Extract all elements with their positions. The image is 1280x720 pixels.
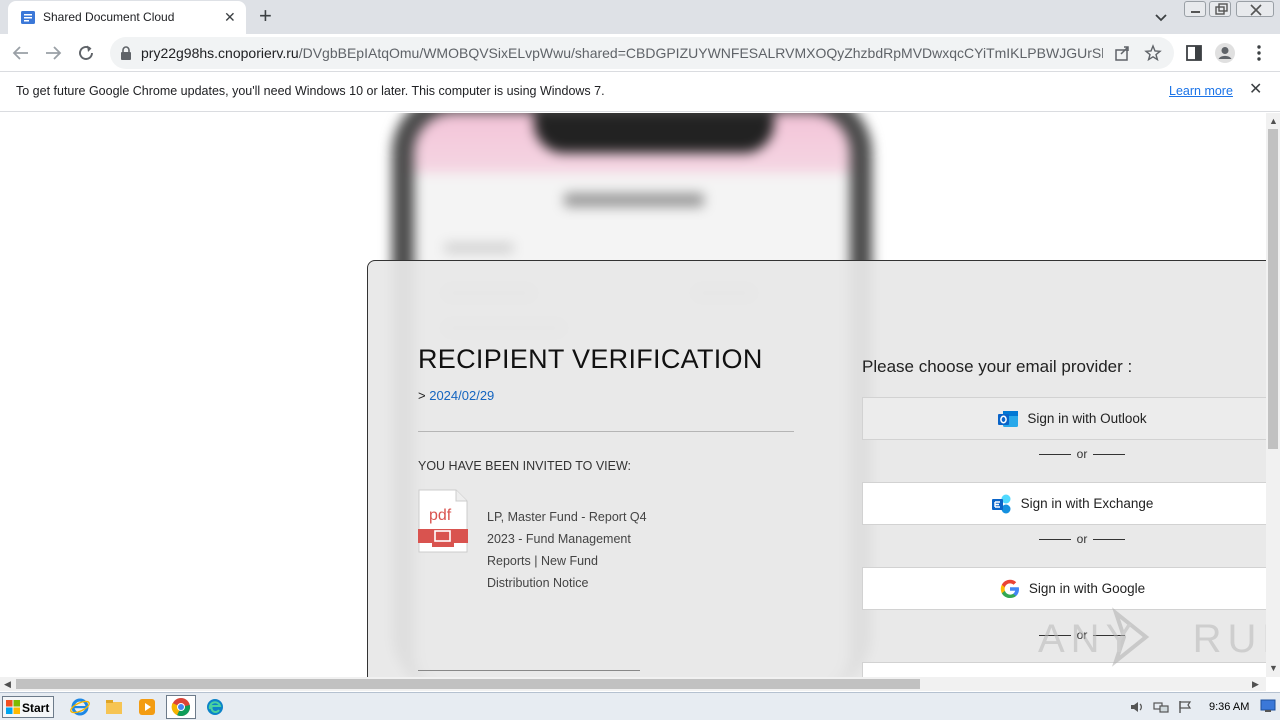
pdf-label: pdf xyxy=(429,507,452,524)
page-viewport: RECIPIENT VERIFICATION > 2024/02/29 YOU … xyxy=(0,113,1266,677)
outlook-label: Sign in with Outlook xyxy=(1027,411,1147,426)
chevron-down-icon[interactable] xyxy=(1152,8,1170,26)
update-infobar: To get future Google Chrome updates, you… xyxy=(0,72,1280,112)
bottom-divider xyxy=(418,670,640,671)
url-path: /DVgbBEpIAtqOmu/WMOBQVSixELvpWwu/shared=… xyxy=(298,45,1103,61)
reload-icon[interactable] xyxy=(75,42,97,64)
or-text: or xyxy=(1076,532,1088,546)
taskbar-clock[interactable]: 9:36 AM xyxy=(1209,701,1249,713)
scroll-down-icon[interactable]: ▼ xyxy=(1269,663,1278,673)
horizontal-scrollbar[interactable]: ◀ ▶ xyxy=(0,677,1266,691)
internet-explorer-icon[interactable] xyxy=(70,697,90,717)
exchange-label: Sign in with Exchange xyxy=(1020,496,1154,511)
media-player-icon[interactable] xyxy=(137,697,157,717)
watermark-text: ANY RUN xyxy=(1038,617,1280,661)
sign-in-google-button[interactable]: Sign in with Google xyxy=(862,567,1266,610)
infobar-message: To get future Google Chrome updates, you… xyxy=(16,84,605,98)
divider xyxy=(418,431,794,432)
windows-taskbar: Start 9:36 AM xyxy=(0,692,1280,720)
exchange-icon xyxy=(991,494,1011,513)
sign-in-outlook-button[interactable]: Sign in with Outlook xyxy=(862,397,1266,440)
vertical-scroll-thumb[interactable] xyxy=(1268,129,1278,449)
outlook-icon xyxy=(998,410,1019,427)
profile-avatar-icon[interactable] xyxy=(1214,42,1236,64)
start-label: Start xyxy=(22,701,50,715)
start-button[interactable]: Start xyxy=(2,696,54,718)
forward-arrow-icon[interactable] xyxy=(42,42,64,64)
action-center-flag-icon[interactable] xyxy=(1177,700,1193,714)
invited-label: YOU HAVE BEEN INVITED TO VIEW: xyxy=(418,459,632,473)
or-separator: or xyxy=(862,532,1266,546)
volume-icon[interactable] xyxy=(1129,700,1145,714)
chrome-icon xyxy=(171,698,191,717)
minimize-window-button[interactable] xyxy=(1184,1,1206,17)
edge-icon[interactable] xyxy=(205,697,225,717)
url-text[interactable]: pry22g98hs.cnoporierv.ru/DVgbBEpIAtqOmu/… xyxy=(141,45,1103,61)
bookmark-star-icon[interactable] xyxy=(1144,44,1162,62)
or-separator: or xyxy=(862,447,1266,461)
horizontal-scroll-thumb[interactable] xyxy=(16,679,920,689)
show-desktop-icon[interactable] xyxy=(1260,699,1276,713)
file-explorer-icon[interactable] xyxy=(104,697,124,717)
scroll-left-icon[interactable]: ◀ xyxy=(4,679,11,689)
network-icon[interactable] xyxy=(1153,700,1169,714)
date-prefix: > xyxy=(418,388,426,403)
side-panel-icon[interactable] xyxy=(1183,42,1205,64)
tab-close-icon[interactable]: ✕ xyxy=(224,9,236,25)
browser-tab[interactable]: Shared Document Cloud ✕ xyxy=(8,1,246,34)
document-favicon-icon xyxy=(21,11,35,24)
close-window-button[interactable] xyxy=(1236,1,1274,17)
scroll-right-icon[interactable]: ▶ xyxy=(1252,679,1259,689)
address-bar[interactable]: pry22g98hs.cnoporierv.ru/DVgbBEpIAtqOmu/… xyxy=(110,37,1174,69)
url-host: pry22g98hs.cnoporierv.ru xyxy=(141,45,299,61)
learn-more-link[interactable]: Learn more xyxy=(1169,84,1233,98)
tab-strip: Shared Document Cloud ✕ + xyxy=(0,0,1280,34)
date-line: > 2024/02/29 xyxy=(418,388,494,403)
new-tab-icon[interactable]: + xyxy=(259,5,272,27)
restore-window-button[interactable] xyxy=(1209,1,1231,17)
google-icon xyxy=(1000,579,1019,598)
browser-toolbar: pry22g98hs.cnoporierv.ru/DVgbBEpIAtqOmu/… xyxy=(0,34,1280,72)
infobar-close-icon[interactable]: ✕ xyxy=(1249,82,1262,98)
sign-in-exchange-button[interactable]: Sign in with Exchange xyxy=(862,482,1266,525)
page-title: RECIPIENT VERIFICATION xyxy=(418,344,763,374)
document-date: 2024/02/29 xyxy=(429,388,495,403)
tab-title: Shared Document Cloud xyxy=(43,10,175,24)
lock-icon[interactable] xyxy=(120,46,132,60)
scroll-up-icon[interactable]: ▲ xyxy=(1269,116,1278,126)
google-label: Sign in with Google xyxy=(1028,581,1146,596)
anyrun-watermark: ANY RUN xyxy=(1038,607,1280,667)
back-arrow-icon[interactable] xyxy=(10,42,32,64)
document-title: LP, Master Fund - Report Q4 2023 - Fund … xyxy=(487,510,647,590)
taskbar-chrome-active[interactable] xyxy=(166,695,196,719)
share-icon[interactable] xyxy=(1113,44,1131,62)
or-text: or xyxy=(1076,447,1088,461)
menu-kebab-icon[interactable] xyxy=(1248,42,1270,64)
windows-logo-icon xyxy=(6,700,20,714)
vertical-scrollbar[interactable]: ▲ ▼ xyxy=(1266,113,1280,677)
choose-provider-heading: Please choose your email provider : xyxy=(862,357,1133,376)
